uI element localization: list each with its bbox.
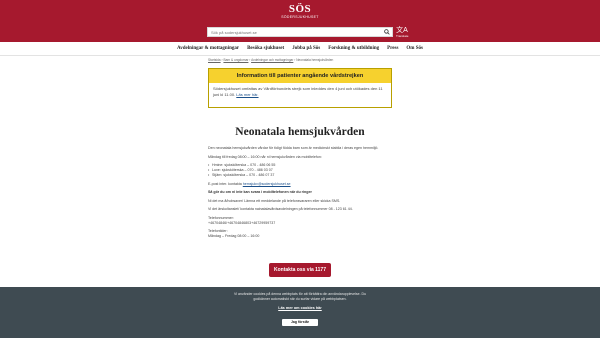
contact-1177-button[interactable]: Kontakta oss via 1177 bbox=[269, 263, 331, 277]
email-prefix: E-post inter. kontakta bbox=[208, 181, 242, 186]
breadcrumb-link-departments[interactable]: Avdelningar och mottagningar bbox=[251, 58, 293, 62]
nav-item-press[interactable]: Press bbox=[387, 46, 398, 51]
site-header: SÖS SÖDERSJUKHUSET 文A Translate bbox=[0, 0, 600, 42]
breadcrumb-current: Neonatala hemsjukvården bbox=[296, 58, 334, 62]
ward-contact-text: Vi det ärskoltanslet/ kontakta nainatala… bbox=[208, 207, 353, 211]
subheading-text: Så gör du om ni inte kan svara i mobilte… bbox=[208, 190, 312, 194]
nav-item-research[interactable]: Forskning & utbildning bbox=[328, 46, 379, 51]
email-link[interactable]: hemsjukv@sodersjukhuset.se bbox=[243, 182, 291, 186]
search-input[interactable] bbox=[208, 28, 382, 36]
email-text: E-post inter. kontakta hemsjukv@sodersju… bbox=[208, 182, 392, 187]
alert-body: Södersjukhuset omfattas av Vårdförbundet… bbox=[209, 83, 391, 101]
cookie-accept-button[interactable]: Jag förstår bbox=[281, 318, 319, 326]
translate-icon: 文A bbox=[396, 27, 408, 34]
breadcrumb-link-home[interactable]: Startsida bbox=[208, 58, 221, 62]
voicemail-text: Ni det ma å/hobsaver/ Lämna ett meddelan… bbox=[208, 198, 341, 203]
main-nav: Avdelningar & mottagningar Besöka sjukhu… bbox=[0, 42, 600, 56]
nav-item-about[interactable]: Om Sös bbox=[406, 46, 423, 51]
breadcrumb-link-children[interactable]: Barn & ungdomar bbox=[223, 58, 248, 62]
phone-numbers: Telefonnummer: +46704846/+46704846803+46… bbox=[208, 216, 392, 226]
search-button[interactable] bbox=[382, 28, 392, 36]
sos-logo[interactable]: SÖS SÖDERSJUKHUSET bbox=[281, 3, 318, 19]
list-item: Stjärn: sjuksköterska – 070 - 486 07 37 bbox=[208, 173, 392, 178]
search-icon bbox=[384, 29, 390, 35]
breadcrumb: Startsida › Barn & ungdomar › Avdelninga… bbox=[208, 58, 334, 62]
cookie-banner: Vi använder cookies på denna webbplats f… bbox=[0, 287, 600, 338]
strike-alert: Information till patienter angående vård… bbox=[208, 68, 392, 108]
phone-value: +46704846/+46704846803+46729959737 bbox=[208, 220, 276, 225]
logo-subtext: SÖDERSJUKHUSET bbox=[281, 15, 319, 19]
subheading: Så gör du om ni inte kan svara i mobilte… bbox=[208, 190, 392, 195]
search-box bbox=[207, 27, 393, 37]
cookie-text: Vi använder cookies på denna webbplats f… bbox=[233, 292, 367, 301]
phone-hours: Telefontider: Måndag – Fredag 08:00 – 16… bbox=[208, 229, 392, 239]
phone-hours-label: Telefontider: bbox=[208, 229, 228, 233]
nav-item-visit[interactable]: Besöka sjukhuset bbox=[247, 46, 284, 51]
phone-label: Telefonnummer: bbox=[208, 215, 234, 220]
logo-mark: SÖS bbox=[288, 3, 312, 15]
phone-hours-value: Måndag – Fredag 08:00 – 16:00 bbox=[208, 234, 260, 238]
alert-read-more-link[interactable]: Läs mer här. bbox=[236, 92, 258, 97]
main-content: Neonatala hemsjukvården Den neonatala he… bbox=[208, 126, 392, 243]
nav-item-jobs[interactable]: Jobba på Sös bbox=[292, 46, 320, 51]
cookie-read-more-link[interactable]: Läs mer om cookies här bbox=[0, 306, 600, 310]
translate-button[interactable]: 文A Translate bbox=[396, 27, 408, 38]
translate-label: Translate bbox=[396, 34, 409, 38]
page-title: Neonatala hemsjukvården bbox=[235, 126, 365, 138]
hours-text: Måndag till fredag 08:00 – 16:00 når ni … bbox=[208, 154, 322, 159]
alert-title: Information till patienter angående vård… bbox=[209, 69, 391, 83]
nav-item-departments[interactable]: Avdelningar & mottagningar bbox=[177, 46, 239, 51]
phone-list: Hmine: sjuksköterska – 070 - 486 06 55 L… bbox=[208, 163, 392, 178]
intro-text: Den neonatala hemsjukvården vårdar för t… bbox=[208, 146, 379, 150]
